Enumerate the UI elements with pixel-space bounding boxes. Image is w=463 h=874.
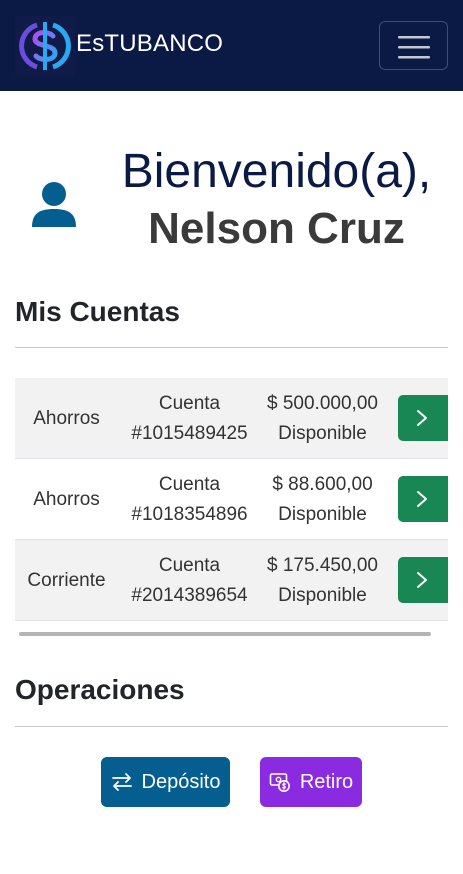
- account-number-cell: Cuenta #2014389654: [118, 540, 261, 621]
- account-status: Disponible: [278, 584, 367, 606]
- arrows-exchange-icon: [111, 772, 133, 792]
- table-row: Ahorros Cuenta #1015489425 $ 500.000,00 …: [15, 378, 448, 459]
- user-name: Nelson Cruz: [148, 204, 405, 253]
- account-type: Ahorros: [33, 488, 100, 510]
- account-number: #2014389654: [131, 584, 248, 606]
- brand-name[interactable]: EsTUBANCO: [76, 29, 223, 59]
- accounts-section-title: Mis Cuentas: [15, 296, 180, 327]
- account-label: Cuenta: [158, 554, 221, 576]
- open-account-button[interactable]: [398, 395, 448, 441]
- account-type: Corriente: [27, 569, 106, 591]
- accounts-divider: [15, 347, 448, 348]
- account-number-cell: Cuenta #1018354896: [118, 459, 261, 540]
- navbar: EsTUBANCO: [0, 0, 463, 91]
- hamburger-menu-icon: [398, 36, 430, 59]
- table-row: Corriente Cuenta #2014389654 $ 175.450,0…: [15, 540, 448, 621]
- operations-divider: [15, 726, 448, 727]
- account-balance-cell: $ 88.600,00 Disponible: [261, 459, 384, 540]
- account-label: Cuenta: [158, 473, 221, 495]
- account-number: #1015489425: [131, 422, 248, 444]
- account-number: #1018354896: [131, 503, 248, 525]
- account-status: Disponible: [278, 503, 367, 525]
- chevron-right-icon: [417, 572, 427, 588]
- account-balance: $ 175.450,00: [267, 554, 378, 576]
- horizontal-scrollbar[interactable]: [19, 632, 431, 636]
- accounts-table: Ahorros Cuenta #1015489425 $ 500.000,00 …: [15, 378, 448, 621]
- cash-coin-icon: [269, 771, 291, 793]
- welcome-greeting: Bienvenido(a),: [121, 145, 432, 198]
- open-account-button[interactable]: [398, 557, 448, 603]
- withdraw-label: Retiro: [299, 770, 354, 793]
- dollar-s-logo-icon[interactable]: [15, 16, 75, 76]
- deposit-button[interactable]: Depósito: [101, 757, 230, 807]
- operations-section-title: Operaciones: [15, 674, 185, 705]
- account-balance: $ 500.000,00: [267, 392, 378, 414]
- table-row: Ahorros Cuenta #1018354896 $ 88.600,00 D…: [15, 459, 448, 540]
- withdraw-button[interactable]: Retiro: [260, 757, 362, 807]
- open-account-button[interactable]: [398, 476, 448, 522]
- account-type: Ahorros: [33, 407, 100, 429]
- account-balance-cell: $ 500.000,00 Disponible: [261, 378, 384, 459]
- chevron-right-icon: [417, 491, 427, 507]
- account-status: Disponible: [278, 422, 367, 444]
- account-number-cell: Cuenta #1015489425: [118, 378, 261, 459]
- account-balance: $ 88.600,00: [272, 473, 373, 495]
- account-label: Cuenta: [158, 392, 221, 414]
- account-balance-cell: $ 175.450,00 Disponible: [261, 540, 384, 621]
- menu-toggle-button[interactable]: [379, 21, 448, 70]
- deposit-label: Depósito: [141, 770, 221, 793]
- chevron-right-icon: [417, 410, 427, 426]
